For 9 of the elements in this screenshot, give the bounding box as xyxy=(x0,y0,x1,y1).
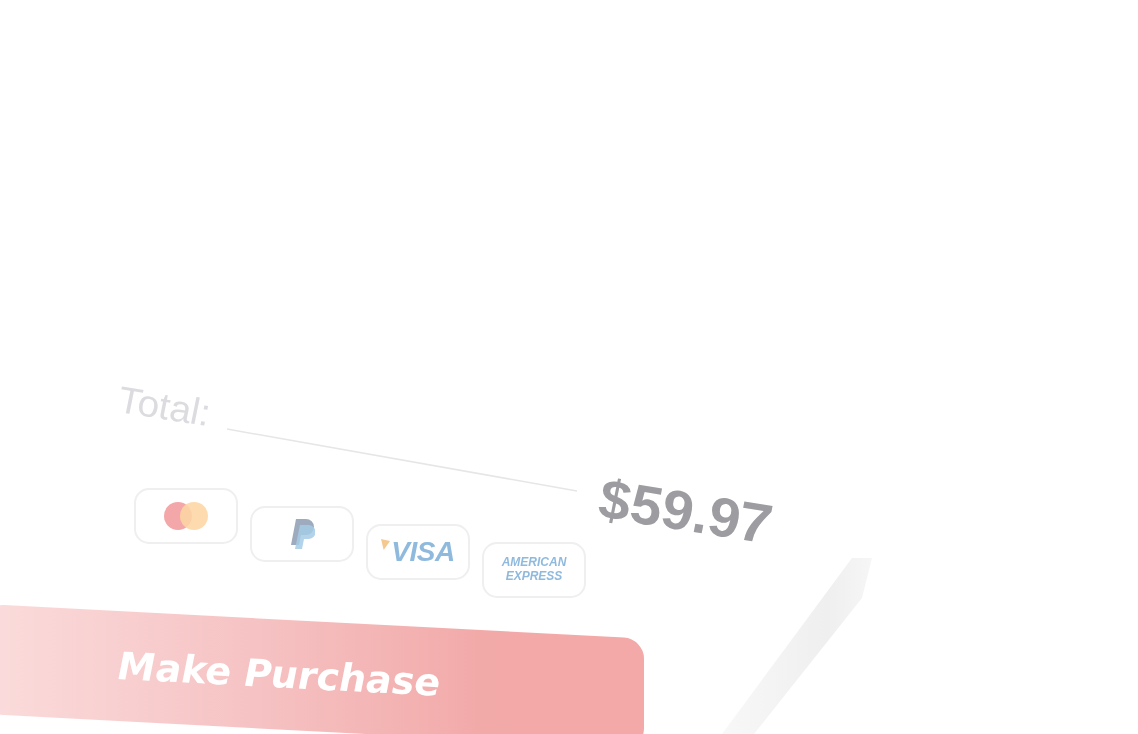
payment-method-button[interactable]: VISA xyxy=(366,524,470,580)
overlapping-circles-icon xyxy=(163,501,209,531)
letter-p-icon xyxy=(289,519,315,549)
total-amount: $59.97 xyxy=(598,470,770,554)
payment-method-button[interactable]: AMERICAN EXPRESS xyxy=(482,542,586,598)
triangle-icon xyxy=(381,539,391,550)
make-purchase-button[interactable]: Make Purchase xyxy=(0,604,644,734)
payment-method-button[interactable] xyxy=(134,488,238,544)
payment-method-button[interactable] xyxy=(250,506,354,562)
